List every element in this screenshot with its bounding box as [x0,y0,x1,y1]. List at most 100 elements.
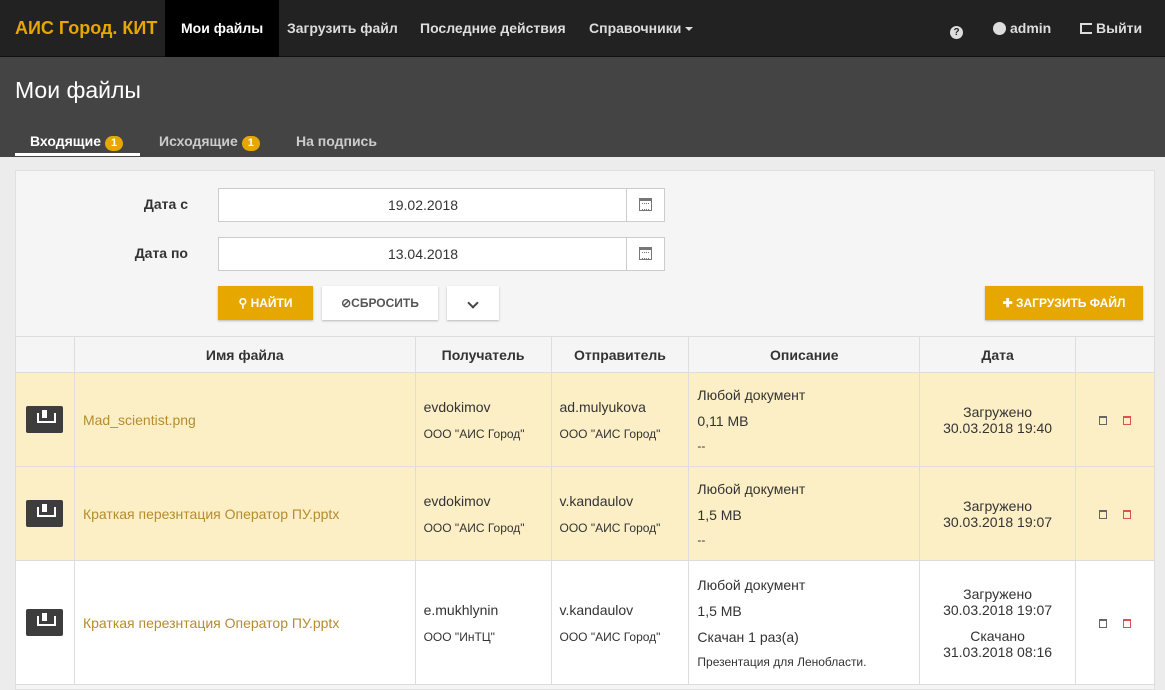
recipient-login: e.mukhlynin [423,601,499,618]
caret-down-icon [685,27,694,32]
nav-references-label: Справочники [589,20,682,36]
date-to-label: Дата по [134,245,188,261]
uploaded-date: 30.03.2018 19:07 [943,601,1053,618]
recipient-org: ООО "ИнТЦ" [423,629,495,644]
user-icon [993,22,1006,35]
incoming-count-badge: 1 [105,136,124,151]
date-from-calendar-button[interactable] [626,189,664,221]
plus-icon: ✚ [1002,296,1016,310]
tab-outgoing[interactable]: Исходящие 1 [159,133,260,151]
description-size: 1,5 MB [697,506,742,523]
header-description[interactable]: Описание [688,336,921,373]
sender-login: v.kandaulov [559,492,634,509]
sender-org: ООО "АИС Город" [559,629,661,644]
description-note: Презентация для Ленобласти. [697,654,867,669]
delete-icon[interactable] [1123,510,1131,520]
chevron-down-icon [467,297,479,309]
date-to-value[interactable]: 13.04.2018 [219,238,627,270]
recipient-org: ООО "АИС Город" [423,426,525,441]
file-name-link[interactable]: Mad_scientist.png [83,412,196,428]
uploaded-label: Загружено [963,497,1032,514]
nav-references-dropdown[interactable]: Справочники [589,0,694,57]
table-row: Краткая перезнтация Оператор ПУ.pptx e.m… [15,560,1155,685]
description-extra: -- [697,438,706,453]
question-icon: ? [950,26,963,39]
header-row-actions [1075,336,1155,373]
description-size: 0,11 MB [697,412,749,429]
files-table: Имя файла Получатель Отправитель Описани… [15,336,1155,685]
date-to-field[interactable]: 13.04.2018 [218,237,665,271]
top-navbar: АИС Город. КИТ Мои файлы Загрузить файл … [0,0,1165,57]
tab-outgoing-label: Исходящие [159,133,238,149]
file-name-link[interactable]: Краткая перезнтация Оператор ПУ.pptx [83,506,339,522]
tab-incoming[interactable]: Входящие 1 [30,133,124,151]
file-name-link[interactable]: Краткая перезнтация Оператор ПУ.pptx [83,615,339,631]
reset-button[interactable]: ⊘СБРОСИТЬ [322,286,438,320]
sender-login: ad.mulyukova [559,398,646,415]
user-menu[interactable]: admin [993,0,1051,57]
date-from-label: Дата с [143,196,188,212]
delete-icon[interactable] [1123,416,1131,426]
nav-my-files[interactable]: Мои файлы [165,0,280,57]
download-button[interactable] [26,609,64,636]
uploaded-label: Загружено [963,403,1032,420]
trash-icon[interactable] [1099,416,1107,426]
logout-icon [1080,23,1092,34]
ban-icon: ⊘ [341,296,352,310]
user-name: admin [1010,20,1052,36]
logout-button[interactable]: Выйти [1080,0,1142,57]
find-button-label: НАЙТИ [250,296,293,310]
logout-label: Выйти [1096,20,1143,36]
description-type: Любой документ [697,576,806,593]
description-downloaded: Скачан 1 раз(а) [697,628,799,645]
header-sender[interactable]: Отправитель [550,336,690,373]
description-type: Любой документ [697,480,806,497]
uploaded-label: Загружено [963,585,1032,602]
uploaded-date: 30.03.2018 19:07 [943,513,1053,530]
table-row: Краткая перезнтация Оператор ПУ.pptx evd… [15,466,1155,561]
active-tab-indicator [15,153,140,156]
downloaded-label: Скачано [970,627,1025,644]
tab-for-signature[interactable]: На подпись [296,133,377,149]
expand-filters-button[interactable] [447,286,499,320]
tab-incoming-label: Входящие [30,133,101,149]
header-recipient[interactable]: Получатель [414,336,552,373]
page-header: Мои файлы Входящие 1 Исходящие 1 На подпис… [0,57,1165,157]
upload-file-button[interactable]: ✚ ЗАГРУЗИТЬ ФАЙЛ [985,286,1143,320]
sender-login: v.kandaulov [559,601,634,618]
upload-file-button-label: ЗАГРУЗИТЬ ФАЙЛ [1016,296,1126,310]
calendar-icon [639,247,652,260]
table-header-row: Имя файла Получатель Отправитель Описани… [15,336,1155,373]
reset-button-label: СБРОСИТЬ [351,296,419,310]
nav-upload-file[interactable]: Загрузить файл [287,0,398,57]
search-icon: ⚲ [238,296,251,310]
table-row: Mad_scientist.png evdokimov ООО "АИС Гор… [15,372,1155,467]
header-actions [15,336,75,373]
sender-org: ООО "АИС Город" [559,520,661,535]
downloaded-date: 31.03.2018 08:16 [943,643,1053,660]
header-date[interactable]: Дата [919,336,1077,373]
page-title: Мои файлы [15,77,141,103]
header-file-name[interactable]: Имя файла [73,336,416,373]
recipient-login: evdokimov [423,492,491,509]
description-type: Любой документ [697,386,806,403]
nav-recent-actions[interactable]: Последние действия [420,0,566,57]
description-size: 1,5 MB [697,602,742,619]
uploaded-date: 30.03.2018 19:40 [943,419,1053,436]
help-button[interactable]: ? [950,0,967,57]
date-to-calendar-button[interactable] [626,238,664,270]
description-extra: -- [697,532,706,547]
delete-icon[interactable] [1123,619,1131,629]
brand-logo[interactable]: АИС Город. КИТ [15,18,157,39]
date-from-field[interactable]: 19.02.2018 [218,188,665,222]
trash-icon[interactable] [1099,619,1107,629]
recipient-login: evdokimov [423,398,491,415]
download-button[interactable] [26,406,64,433]
sender-org: ООО "АИС Город" [559,426,661,441]
download-button[interactable] [26,500,64,527]
trash-icon[interactable] [1099,510,1107,520]
outgoing-count-badge: 1 [241,136,260,151]
find-button[interactable]: ⚲ НАЙТИ [218,286,313,320]
date-from-value[interactable]: 19.02.2018 [219,189,627,221]
recipient-org: ООО "АИС Город" [423,520,525,535]
